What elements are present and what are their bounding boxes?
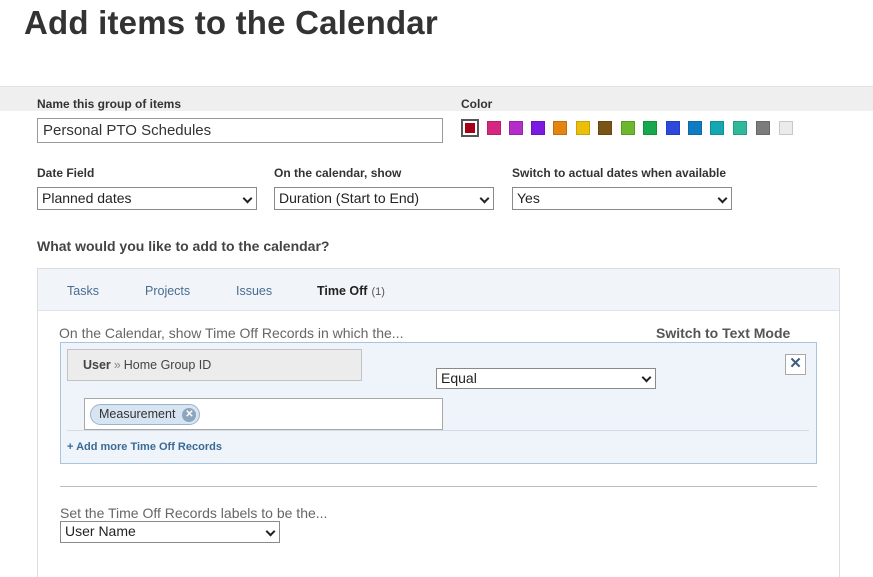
tabs-bar: Tasks Projects Issues Time Off (1): [38, 269, 839, 311]
chevron-down-icon: [479, 193, 490, 204]
color-swatch[interactable]: [598, 121, 612, 135]
date-field-select[interactable]: Planned dates: [37, 187, 257, 210]
color-swatch[interactable]: [733, 121, 747, 135]
color-swatch[interactable]: [553, 121, 567, 135]
calendar-show-label: On the calendar, show: [274, 166, 402, 180]
value-token: Measurement ✕: [90, 404, 201, 425]
section-divider: [60, 486, 817, 487]
labels-intro: Set the Time Off Records labels to be th…: [60, 505, 328, 521]
calendar-show-value: Duration (Start to End): [279, 190, 420, 206]
filter-field-entity: User: [83, 358, 111, 372]
filter-field-separator: »: [113, 358, 121, 372]
group-name-label: Name this group of items: [37, 97, 182, 111]
color-swatch[interactable]: [576, 121, 590, 135]
page-title: Add items to the Calendar: [24, 4, 438, 41]
tab-tasks[interactable]: Tasks: [67, 284, 99, 298]
color-swatch[interactable]: [688, 121, 702, 135]
add-more-link[interactable]: + Add more Time Off Records: [67, 441, 222, 453]
calendar-show-select[interactable]: Duration (Start to End): [274, 187, 494, 210]
labels-value: User Name: [65, 523, 136, 539]
switch-to-text-mode-link[interactable]: Switch to Text Mode: [656, 325, 790, 341]
filter-intro: On the Calendar, show Time Off Records i…: [59, 325, 404, 341]
switch-actual-select[interactable]: Yes: [512, 187, 732, 210]
filter-values-input[interactable]: Measurement ✕: [84, 398, 443, 430]
chevron-down-icon: [242, 193, 253, 204]
tab-projects[interactable]: Projects: [145, 284, 190, 298]
value-token-label: Measurement: [99, 407, 176, 421]
color-swatch[interactable]: [756, 121, 770, 135]
tab-time-off[interactable]: Time Off (1): [317, 284, 385, 298]
close-icon: ✕: [789, 355, 802, 372]
color-swatch[interactable]: [531, 121, 545, 135]
chevron-down-icon: [717, 193, 728, 204]
labels-select[interactable]: User Name: [60, 521, 280, 543]
filter-divider: [67, 430, 809, 431]
date-field-value: Planned dates: [42, 190, 132, 206]
operator-value: Equal: [441, 370, 477, 386]
color-swatch[interactable]: [666, 121, 680, 135]
group-name-input[interactable]: [37, 118, 443, 143]
filter-field-name: Home Group ID: [123, 358, 212, 372]
color-swatch[interactable]: [710, 121, 724, 135]
date-field-label: Date Field: [37, 166, 95, 180]
color-swatch[interactable]: [487, 121, 501, 135]
color-label: Color: [461, 97, 493, 111]
remove-filter-button[interactable]: ✕: [785, 354, 806, 375]
color-swatch[interactable]: [621, 121, 635, 135]
tab-time-off-count: (1): [371, 286, 385, 298]
operator-select[interactable]: Equal: [436, 368, 656, 389]
color-swatch[interactable]: [779, 121, 793, 135]
switch-actual-label: Switch to actual dates when available: [512, 166, 727, 180]
color-swatch[interactable]: [461, 119, 479, 137]
switch-actual-value: Yes: [517, 190, 540, 206]
filter-field-chip[interactable]: User» Home Group ID: [67, 349, 362, 381]
color-swatch[interactable]: [643, 121, 657, 135]
chevron-down-icon: [641, 372, 652, 383]
tab-time-off-label: Time Off: [317, 284, 368, 298]
tab-issues[interactable]: Issues: [236, 284, 272, 298]
add-question-heading: What would you like to add to the calend…: [37, 238, 330, 254]
remove-token-icon[interactable]: ✕: [182, 408, 197, 422]
color-swatch[interactable]: [509, 121, 523, 135]
chevron-down-icon: [265, 526, 276, 537]
